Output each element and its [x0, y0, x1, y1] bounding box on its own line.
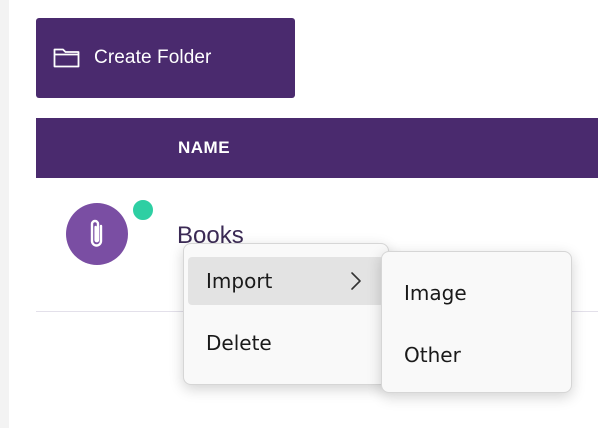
- item-avatar: [66, 203, 128, 265]
- submenu-item-label: Image: [404, 281, 467, 305]
- status-badge: [131, 198, 155, 222]
- submenu-item-image[interactable]: Image: [386, 269, 567, 317]
- menu-item-import[interactable]: Import: [188, 257, 384, 305]
- table-header: NAME: [36, 118, 598, 178]
- menu-item-label: Delete: [206, 331, 272, 355]
- chevron-right-icon: [351, 272, 361, 290]
- column-header-name[interactable]: NAME: [178, 138, 230, 158]
- context-menu: Import Delete: [183, 243, 389, 385]
- import-submenu: Image Other: [381, 251, 572, 393]
- menu-item-label: Import: [206, 269, 273, 293]
- create-folder-button[interactable]: Create Folder: [36, 18, 295, 98]
- submenu-item-label: Other: [404, 343, 461, 367]
- submenu-item-other[interactable]: Other: [386, 331, 567, 379]
- create-folder-label: Create Folder: [94, 47, 212, 68]
- folder-icon: [53, 48, 80, 68]
- menu-item-delete[interactable]: Delete: [188, 319, 384, 367]
- paperclip-icon: [90, 219, 103, 247]
